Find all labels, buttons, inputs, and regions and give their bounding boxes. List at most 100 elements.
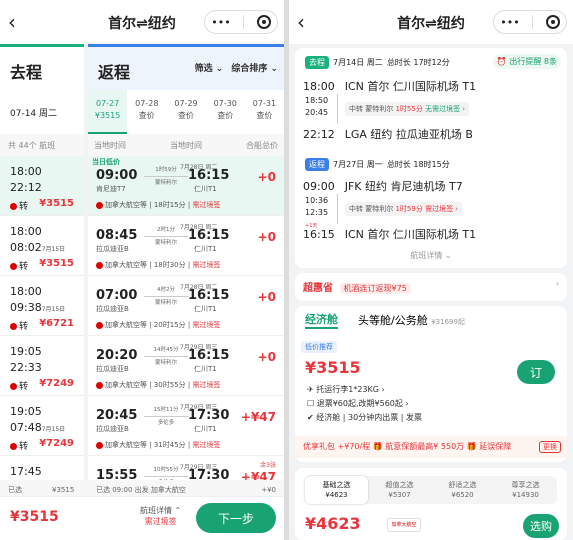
date-option[interactable]: 07-30 查价 [206,90,245,134]
flight-detail-toggle[interactable]: 航班详情 ⌃ 需过境签 [140,505,181,527]
return-price: +0 [257,230,276,244]
dep-time: 18:00 [10,165,42,178]
dep-time: 20:20 [96,348,138,363]
date-selector[interactable]: 07-27 ¥3515 07-28 查价 07-29 查价 07-30 查价 07-31 查价 [88,90,284,134]
route-line [144,176,188,177]
outbound-flight-item[interactable]: 19:05 07:487月15日转 ¥7249 [0,396,84,456]
col-price: 合船总价 [246,140,278,150]
outbound-dep-time: 18:00 [303,80,335,93]
buy-button[interactable]: 选购 [523,514,559,538]
outbound-flight-item[interactable]: 18:00 09:387月15日转 ¥6721 [0,276,84,336]
price-row: 转 ¥7249 [10,438,80,452]
visa-warning: 需过境签 [192,441,221,449]
dep-time: 20:45 [96,408,138,423]
date-option[interactable]: 07-31 查价 [245,90,284,134]
close-icon[interactable] [256,15,271,29]
return-tag: 返程 [305,158,329,171]
return-flight-item[interactable]: 07:00 拉瓜迪亚B 7月28日 周二 16:15 仁川T1 +0 4时2分 蒙特利尔 加拿大… [88,276,284,336]
outbound-flight-item[interactable]: 19:05 22:33 转 ¥7249 [0,336,84,396]
return-dep-time: 09:00 [303,180,335,193]
tab-business[interactable]: 头等舱/公务舱 ¥31699起 [358,312,465,328]
outbound-transfer[interactable]: 中转 蒙特利尔 1时55分 无需过境签 › [345,102,470,116]
date-label: 07-27 [95,99,120,108]
close-icon[interactable] [545,15,560,29]
transfer-label: 转 [19,382,29,392]
transfer-info: 14时45分 蒙特利尔 [144,346,188,367]
arr-time: 22:12 [10,180,84,198]
package-price-small: ¥4623 [325,491,348,499]
package-option[interactable]: 基础之选 ¥4623 [305,476,368,504]
airline-logo-icon [96,261,103,269]
travel-reminder[interactable]: ⏰ 出行提醒 8条 [492,54,561,69]
price-row: 转 ¥3515 [10,258,80,272]
date-price: ¥3515 [94,111,121,120]
arr-time: 17:30 [188,408,230,423]
visa-warning: 需过境签 [192,261,221,269]
outbound-price: ¥3515 [39,198,74,209]
outbound-arr-time: 22:12 [303,128,335,141]
summary-return-price: +¥0 [261,486,276,494]
package-option[interactable]: 尊享之选 ¥14930 [494,476,557,504]
refund-info[interactable]: ☐ 退票¥60起,改期¥560起 › [307,398,409,409]
bottom-bar: ¥3515 航班详情 ⌃ 需过境签 下一步 [0,496,284,540]
more-icon[interactable]: ••• [500,16,519,29]
next-day: 7月15日 [41,306,66,313]
package-name: 舒适之选 [448,481,477,489]
outbound-tag: 去程 [305,56,329,69]
transfer-info: 2时1分 蒙特利尔 [144,226,188,247]
dep-time: 08:45 [96,228,138,243]
dep-time: 17:45 [10,465,42,478]
outbound-price: ¥7249 [39,378,74,389]
detail-label[interactable]: 航班详情 ⌃ [140,505,181,516]
package-option[interactable]: 超值之选 ¥5307 [368,476,431,504]
order-button[interactable]: 订 [517,360,555,384]
gift-pack[interactable]: 优享礼包 +¥70/程 🎁 航意保额最高¥ 550万 🎁 延误保障 更换 [295,436,567,458]
tab-economy[interactable]: 经济舱 [305,311,338,329]
return-flight-item[interactable]: 20:20 拉瓜迪亚B 7月29日 周三 16:15 仁川T1 +0 14时45分 蒙特利尔加… [88,336,284,396]
transfer-label: 转 [19,202,29,212]
outbound-flight-item[interactable]: 18:00 22:12 转 ¥3515 [0,156,84,216]
date-option[interactable]: 07-29 查价 [166,90,205,134]
outbound-price: ¥3515 [39,258,74,269]
return-transfer[interactable]: 中转 蒙特利尔 1时59分 需过境签 › [345,202,463,216]
mini-program-capsule[interactable]: ••• [204,10,278,34]
outbound-price: ¥7249 [39,438,74,449]
filter-button[interactable]: 筛选 ⌄ [195,61,224,74]
date-price: 查价 [217,111,234,120]
package-selector[interactable]: 基础之选 ¥4623 超值之选 ¥5307 舒适之选 ¥6520 尊享之选 ¥14930 [305,476,557,504]
flight-detail-link[interactable]: 航班详情 ⌄ [295,250,567,261]
package-option[interactable]: 舒适之选 ¥6520 [431,476,494,504]
transfer-info: 1时59分 蒙特利尔 [144,166,188,187]
return-flight-item[interactable]: 08:45 拉瓜迪亚B 7月28日 周二 16:15 仁川T1 +0 2时1分 蒙特利尔 加拿大… [88,216,284,276]
visa-warning: 需过境签 [192,201,221,209]
route-line [144,476,188,477]
promo-banner[interactable]: 超惠省 机酒连订返现¥75 › [295,273,567,301]
arr-airport: 仁川T1 [194,425,217,433]
change-button[interactable]: 更换 [539,441,561,453]
summary-selected: 已选 [8,486,22,494]
economy-price: ¥3515 [305,358,361,377]
promo-text: 机酒连订返现¥75 [339,283,411,294]
transfer-city: 中转 蒙特利尔 [349,205,394,213]
arr-time: 22:33 [10,360,84,378]
mini-program-capsule[interactable]: ••• [493,10,567,34]
visa-warning: 需过境签 [192,321,221,329]
date-option[interactable]: 07-28 查价 [127,90,166,134]
sort-button[interactable]: 综合排序 ⌄ [231,61,278,74]
col-dep: 当地时间 [94,140,126,150]
outbound-date[interactable]: 07-14 周二 [0,90,84,134]
chevron-right-icon: › [555,279,559,288]
arr-time: 09:387月15日 [10,300,84,318]
flight-count: 共 44个 航班 [0,134,84,156]
outbound-flight-item[interactable]: 18:00 08:027月15日转 ¥3515 [0,216,84,276]
visa-status: 需过境签 › [425,205,459,213]
flight-info: 加拿大航空等 | 18时15分 | 需过境签 [96,200,220,210]
return-flight-item[interactable]: 20:45 拉瓜迪亚B 7月29日 周三 17:30 仁川T1 +¥47 15时11分 多伦多… [88,396,284,456]
date-option[interactable]: 07-27 ¥3515 [88,90,128,134]
next-step-button[interactable]: 下一步 [196,503,276,533]
more-icon[interactable]: ••• [211,16,230,29]
baggage-info[interactable]: ✈ 托运行李1*23KG › [307,384,385,395]
arr-airport: 仁川T1 [194,245,217,253]
return-flight-item[interactable]: 当日低价 09:00 肯尼迪T7 7月28日 周二 16:15 仁川T1 +0 1时59分 蒙特… [88,156,284,216]
package-price-small: ¥5307 [388,491,411,499]
